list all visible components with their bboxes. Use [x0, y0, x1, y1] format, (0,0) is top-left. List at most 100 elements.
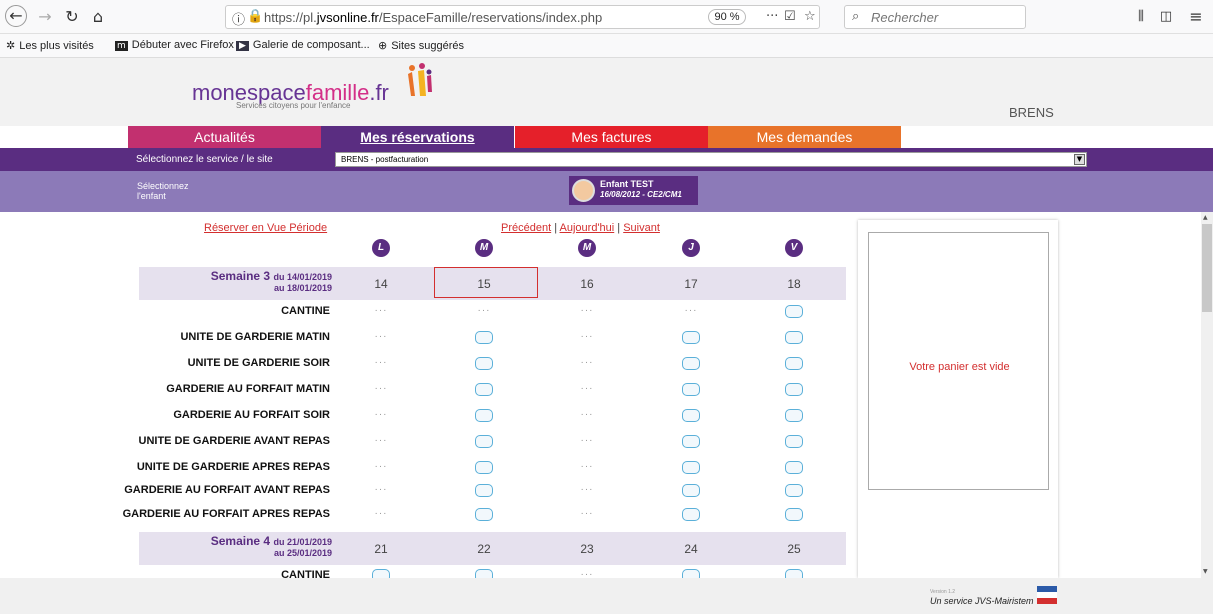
today-link[interactable]: Aujourd'hui: [560, 222, 615, 234]
tab-invoices[interactable]: Mes factures: [515, 126, 708, 148]
unavailable-dots: ···: [580, 331, 594, 342]
reservation-checkbox[interactable]: [475, 357, 493, 370]
reservation-checkbox[interactable]: [682, 357, 700, 370]
reservation-checkbox[interactable]: [682, 435, 700, 448]
zoom-indicator[interactable]: 90 %: [708, 9, 746, 25]
day-badge-thursday: J: [682, 239, 700, 257]
reservation-checkbox[interactable]: [475, 435, 493, 448]
reservation-checkbox[interactable]: [785, 435, 803, 448]
reservation-checkbox[interactable]: [785, 508, 803, 521]
globe-icon: ⊕: [378, 39, 388, 52]
reservation-checkbox[interactable]: [372, 569, 390, 578]
next-link[interactable]: Suivant: [623, 222, 660, 234]
unavailable-dots: ···: [374, 331, 388, 342]
sidebar-icon[interactable]: ◫: [1154, 5, 1178, 29]
reservation-checkbox[interactable]: [475, 484, 493, 497]
reload-icon[interactable]: ↻: [60, 5, 84, 29]
bookmark-star-icon[interactable]: ☆: [804, 9, 816, 24]
reservation-checkbox[interactable]: [785, 461, 803, 474]
gallery-icon: ▶: [236, 41, 249, 51]
date-cell: 14: [374, 277, 388, 291]
info-icon[interactable]: ⓘ: [232, 9, 245, 28]
home-icon[interactable]: ⌂: [86, 5, 110, 29]
tab-reservations[interactable]: Mes réservations: [321, 126, 514, 148]
service-by-text: Un service JVS-Mairistem: [930, 596, 1034, 606]
nav-separator: |: [617, 222, 621, 234]
reserve-period-link[interactable]: Réserver en Vue Période: [204, 222, 327, 234]
row-label: GARDERIE AU FORFAIT MATIN: [166, 383, 330, 395]
reservation-checkbox[interactable]: [785, 305, 803, 318]
reservation-checkbox[interactable]: [475, 461, 493, 474]
row-label: UNITE DE GARDERIE SOIR: [187, 357, 330, 369]
service-select[interactable]: BRENS - postfacturation ▼: [335, 152, 1087, 167]
chevron-down-icon[interactable]: ▼: [1074, 154, 1085, 165]
row-label: CANTINE: [281, 305, 330, 317]
reservation-checkbox[interactable]: [475, 383, 493, 396]
tab-news[interactable]: Actualités: [128, 126, 321, 148]
date-cell: 17: [684, 277, 698, 291]
back-button[interactable]: ←: [5, 5, 27, 27]
reservation-checkbox[interactable]: [682, 331, 700, 344]
gear-icon: ✲: [6, 39, 16, 52]
reservation-checkbox[interactable]: [682, 383, 700, 396]
unavailable-dots: ···: [374, 435, 388, 446]
child-chip[interactable]: Enfant TEST 16/08/2012 - CE2/CM1: [569, 176, 698, 205]
unavailable-dots: ···: [580, 357, 594, 368]
bookmark-getting-started[interactable]: m Débuter avec Firefox: [115, 39, 234, 51]
unavailable-dots: ···: [684, 305, 698, 316]
reservation-checkbox[interactable]: [785, 569, 803, 578]
search-icon: ⌕: [852, 9, 860, 24]
bookmarks-bar: ✲ Les plus visités m Débuter avec Firefox …: [0, 34, 1213, 58]
day-badge-tuesday: M: [475, 239, 493, 257]
commune-name: BRENS: [1009, 105, 1054, 120]
scroll-up-icon[interactable]: ▲: [1203, 214, 1208, 221]
browser-toolbar: ← → ↻ ⌂ ⓘ 🔒 https://pl.jvsonline.fr/Espa…: [0, 0, 1213, 34]
service-bar: Sélectionnez le service / le site BRENS …: [0, 148, 1213, 171]
date-cell: 23: [580, 542, 594, 556]
reservation-checkbox[interactable]: [785, 383, 803, 396]
row-label: GARDERIE AU FORFAIT APRES REPAS: [122, 508, 330, 520]
bookmark-most-visited[interactable]: ✲ Les plus visités: [6, 39, 94, 52]
reservation-checkbox[interactable]: [682, 508, 700, 521]
date-cell: 16: [580, 277, 594, 291]
reservation-checkbox[interactable]: [682, 569, 700, 578]
reservation-checkbox[interactable]: [682, 461, 700, 474]
reservation-checkbox[interactable]: [785, 409, 803, 422]
unavailable-dots: ···: [580, 508, 594, 519]
day-badge-wednesday: M: [578, 239, 596, 257]
search-input[interactable]: ⌕ Rechercher: [844, 5, 1026, 29]
reservation-checkbox[interactable]: [475, 409, 493, 422]
unavailable-dots: ···: [374, 409, 388, 420]
bookmark-gallery[interactable]: ▶ Galerie de composant...: [236, 39, 370, 51]
tab-requests[interactable]: Mes demandes: [708, 126, 901, 148]
menu-icon[interactable]: ≡: [1184, 5, 1208, 29]
reservation-checkbox[interactable]: [475, 508, 493, 521]
reservation-checkbox[interactable]: [682, 484, 700, 497]
reservation-checkbox[interactable]: [785, 331, 803, 344]
forward-button[interactable]: →: [33, 5, 57, 29]
scroll-down-icon[interactable]: ▼: [1203, 568, 1208, 575]
today-highlight: [434, 267, 538, 298]
bookmark-suggested[interactable]: ⊕ Sites suggérés: [378, 39, 464, 52]
row-label: UNITE DE GARDERIE AVANT REPAS: [138, 435, 331, 447]
week-title: Semaine 4 du 21/01/2019 au 25/01/2019: [210, 534, 332, 558]
day-badge-monday: L: [372, 239, 390, 257]
unavailable-dots: ···: [580, 461, 594, 472]
scroll-thumb[interactable]: [1202, 224, 1212, 312]
library-icon[interactable]: ⫼: [1129, 5, 1153, 29]
pocket-icon[interactable]: ☑: [784, 9, 796, 24]
reservation-checkbox[interactable]: [682, 409, 700, 422]
reservation-checkbox[interactable]: [785, 484, 803, 497]
reservation-checkbox[interactable]: [475, 331, 493, 344]
family-logo-icon: [408, 63, 432, 96]
url-bar[interactable]: ⓘ 🔒 https://pl.jvsonline.fr/EspaceFamill…: [225, 5, 820, 29]
reservation-checkbox[interactable]: [785, 357, 803, 370]
previous-link[interactable]: Précédent: [501, 222, 551, 234]
page-actions-icon[interactable]: ···: [766, 9, 778, 24]
cart-empty-text: Votre panier est vide: [909, 361, 1010, 373]
unavailable-dots: ···: [374, 305, 388, 316]
reservation-checkbox[interactable]: [475, 569, 493, 578]
scrollbar[interactable]: ▲ ▼: [1201, 212, 1213, 578]
child-bar: Sélectionnez l'enfant Enfant TEST 16/08/…: [0, 171, 1213, 212]
mairistem-logo-icon: [1037, 586, 1057, 604]
